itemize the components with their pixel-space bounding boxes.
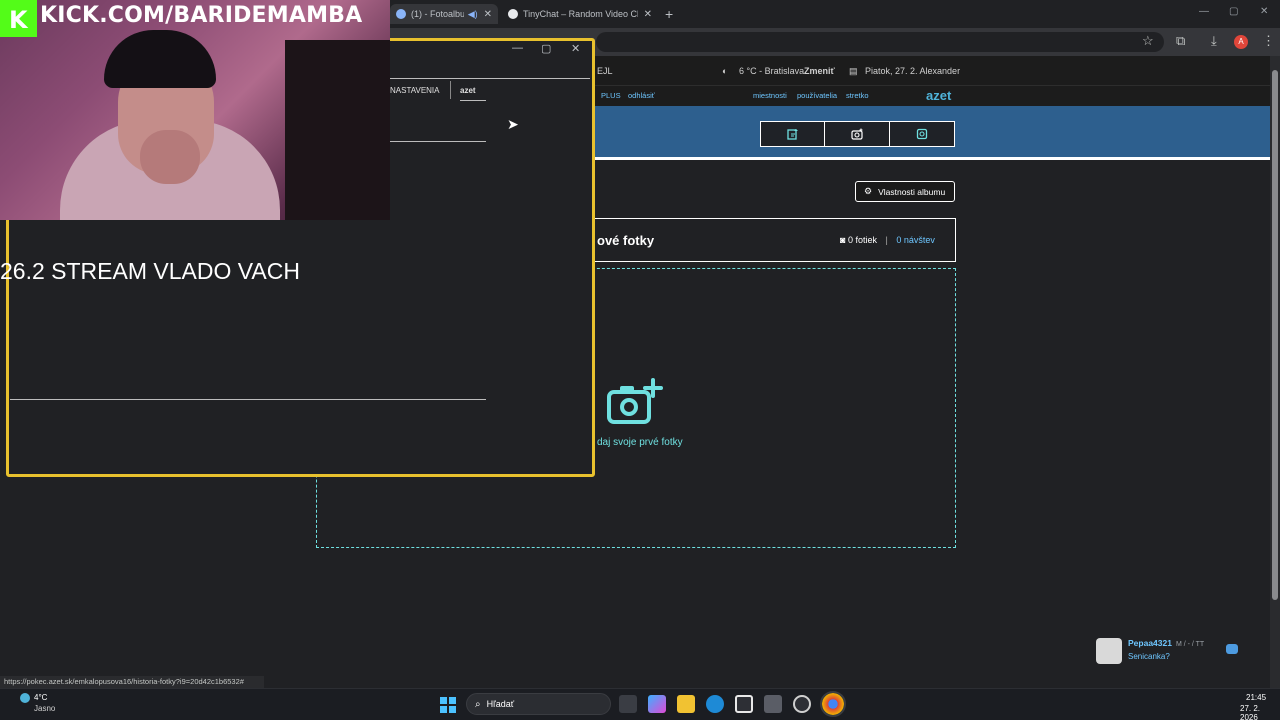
taskbar-search-input[interactable]: ⌕ Hľadať: [466, 693, 611, 715]
start-button[interactable]: [440, 697, 456, 713]
topbar-fragment: EJL: [597, 66, 613, 76]
nav-rooms[interactable]: miestnosti: [753, 91, 787, 100]
calendar-icon: ▤: [849, 66, 858, 76]
gallery-icon: [916, 128, 928, 140]
chat-user-info: M / - / TT: [1175, 641, 1205, 648]
weather-text: 6 °C - Bratislava: [739, 66, 805, 76]
edit-icon: [786, 129, 797, 140]
edit-album-button[interactable]: [760, 121, 825, 147]
browser-menu-icon[interactable]: ⋮: [1262, 33, 1275, 49]
camera-plus-icon: [850, 128, 863, 140]
album-stats: ◙ 0 fotiek | 0 návštev: [840, 235, 935, 245]
album-properties-label: Vlastnosti albumu: [878, 186, 946, 197]
nav-users[interactable]: používatelia: [797, 91, 837, 100]
overlay-maximize-button[interactable]: ▢: [541, 42, 551, 55]
nav-logout[interactable]: odhlásiť: [628, 91, 655, 100]
camera-plus-icon[interactable]: [606, 378, 664, 426]
album-properties-button[interactable]: ⚙ Vlastnosti albumu: [855, 181, 955, 202]
webcam-background: [285, 40, 390, 220]
file-explorer-icon[interactable]: [677, 695, 695, 713]
profile-avatar[interactable]: A: [1234, 35, 1248, 49]
scrollbar-thumb[interactable]: [1272, 70, 1278, 600]
upload-first-photos-link[interactable]: daj svoje prvé fotky: [597, 437, 683, 448]
copilot-icon[interactable]: [648, 695, 666, 713]
nav-plus[interactable]: PLUS: [601, 91, 621, 100]
date-nameday: Piatok, 27. 2. Alexander: [865, 66, 961, 76]
add-photo-button[interactable]: [825, 121, 890, 147]
overlay-tab-settings[interactable]: NASTAVENIA: [390, 86, 440, 95]
task-view-icon[interactable]: [619, 695, 637, 713]
link-status-bar: https://pokec.azet.sk/emkalopusova16/his…: [0, 676, 264, 688]
webcam-feed: K KICK.COM/BARIDEMAMBA: [0, 0, 390, 220]
kick-logo: K: [0, 0, 37, 37]
taskbar-condition[interactable]: Jasno: [34, 704, 55, 713]
webcam-hand: [140, 130, 200, 184]
camera-icon: ◙: [840, 235, 846, 245]
weather-icon[interactable]: [20, 693, 30, 703]
tab-close-icon[interactable]: ✕: [484, 9, 492, 20]
moon-icon: ◐: [722, 66, 728, 76]
nav-meet[interactable]: stretko: [846, 91, 869, 100]
stream-title: 26.2 STREAM VLADO VACH: [0, 258, 300, 284]
screen: (1) - Fotoalbumy - ◀) ✕ TinyChat – Rando…: [0, 0, 1280, 720]
webcam-beanie: [104, 30, 216, 88]
album-action-buttons: [760, 121, 955, 147]
page-scrollbar[interactable]: [1270, 56, 1280, 688]
album-gallery-button[interactable]: [890, 121, 955, 147]
search-label: Hľadať: [486, 699, 515, 709]
overlay-divider: [390, 141, 486, 142]
bookmark-star-icon[interactable]: ☆: [1142, 33, 1154, 49]
avatar: [1096, 638, 1122, 664]
tab-close-icon[interactable]: ✕: [644, 9, 652, 20]
visit-count[interactable]: 0 návštev: [896, 235, 935, 245]
overlay-close-button[interactable]: ✕: [571, 42, 580, 55]
change-location-link[interactable]: Zmeniť: [804, 66, 835, 76]
edge-icon[interactable]: [706, 695, 724, 713]
search-icon: ⌕: [475, 698, 481, 710]
overlay-tab-azet[interactable]: azet: [460, 86, 476, 95]
tab-tinychat[interactable]: TinyChat – Random Video Chat ✕: [502, 4, 658, 24]
window-close-button[interactable]: ✕: [1260, 6, 1268, 17]
chat-user-name: Pepaa4321 M / - / TT: [1128, 638, 1204, 648]
chat-user-name-text: Pepaa4321: [1128, 638, 1172, 648]
tab-label: TinyChat – Random Video Chat: [523, 9, 638, 19]
windows-taskbar: [0, 688, 1280, 720]
extensions-icon[interactable]: ⧉: [1176, 33, 1185, 49]
download-icon[interactable]: ⤓: [1211, 33, 1217, 49]
taskbar-date[interactable]: 27. 2. 2026: [1240, 704, 1280, 720]
overlay-tab-separator: [450, 81, 451, 99]
photo-count: 0 fotiek: [847, 235, 877, 245]
taskbar-time[interactable]: 21:45: [1246, 693, 1266, 702]
speaker-icon[interactable]: ◀): [468, 9, 478, 20]
chat-message: Senicanka?: [1128, 652, 1170, 661]
kick-logo-letter: K: [9, 6, 28, 34]
sliders-icon: ⚙: [864, 186, 873, 196]
tinychat-favicon-icon: [508, 9, 518, 19]
overlay-tab-underline: [460, 100, 486, 101]
tab-label: (1) - Fotoalbumy -: [411, 9, 464, 19]
chat-notification[interactable]: Pepaa4321 M / - / TT Senicanka?: [1094, 636, 1254, 666]
overlay-minimize-button[interactable]: —: [512, 42, 523, 54]
mouse-cursor-icon: ➤: [507, 116, 519, 132]
overlay-divider: [390, 78, 590, 79]
taskbar-temperature[interactable]: 4°C: [34, 693, 47, 702]
chat-bubble-icon[interactable]: [1226, 644, 1238, 654]
azet-favicon-icon: [396, 9, 406, 19]
tab-fotoalbumy[interactable]: (1) - Fotoalbumy - ◀) ✕: [390, 4, 498, 24]
new-tab-button[interactable]: +: [665, 6, 673, 22]
store-icon[interactable]: [735, 695, 753, 713]
azet-logo[interactable]: azet: [926, 88, 951, 103]
album-title: ové fotky: [597, 233, 655, 248]
kick-channel-url: KICK.COM/BARIDEMAMBA: [40, 3, 363, 28]
window-minimize-button[interactable]: —: [1199, 6, 1209, 17]
obs-icon[interactable]: [793, 695, 811, 713]
app-icon[interactable]: [764, 695, 782, 713]
stats-separator: |: [885, 235, 888, 245]
overlay-divider: [10, 399, 486, 400]
window-maximize-button[interactable]: ▢: [1229, 6, 1238, 17]
address-bar[interactable]: [596, 32, 1164, 52]
chrome-icon[interactable]: [820, 691, 846, 717]
